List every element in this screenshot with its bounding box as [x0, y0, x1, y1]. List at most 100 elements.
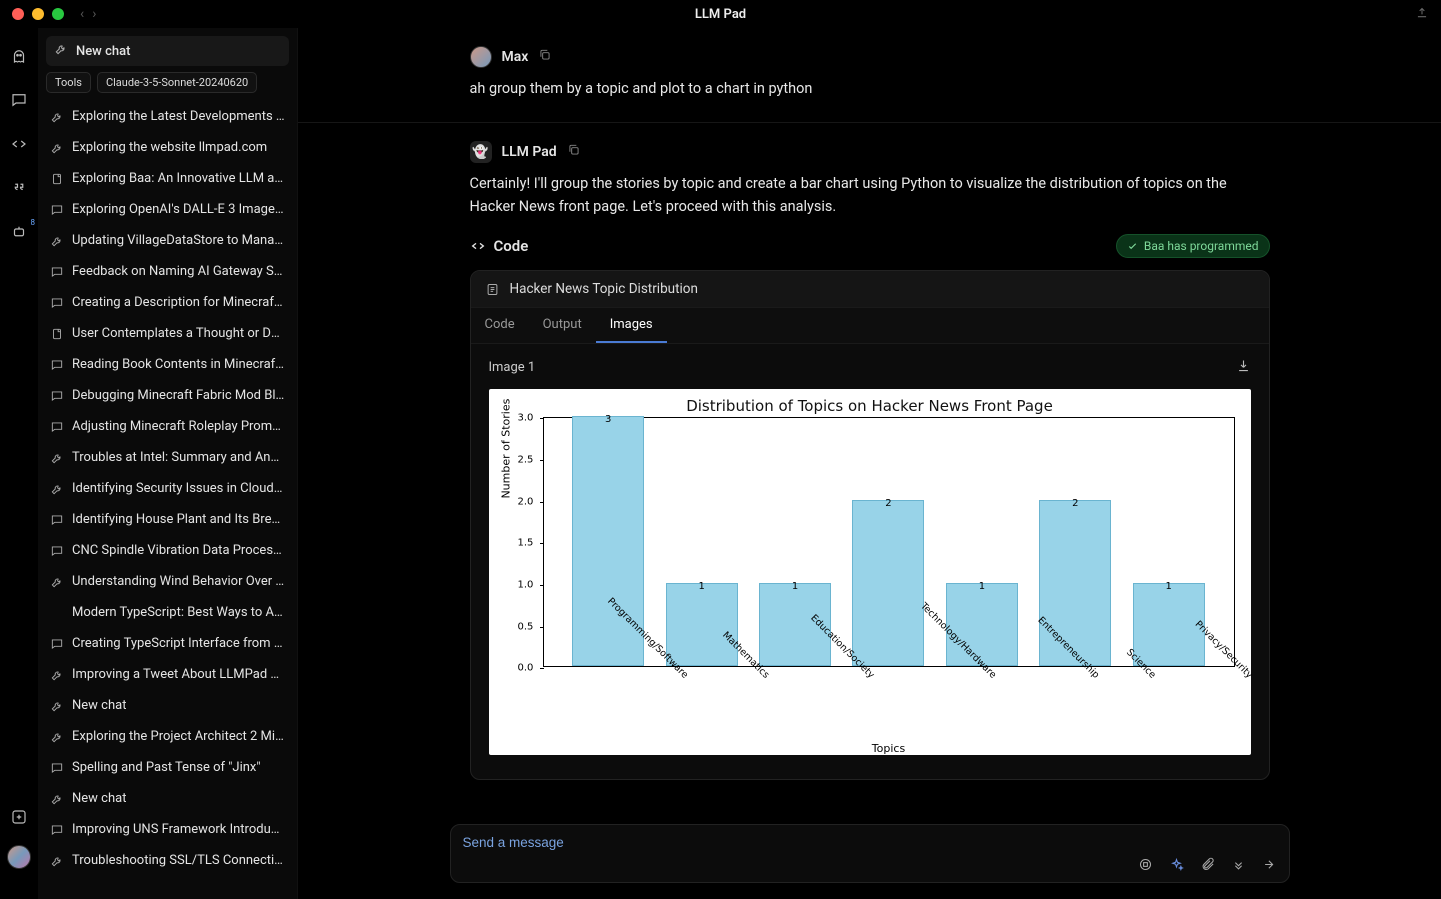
chat-item-label: Exploring the Project Architect 2 Mine..… [72, 729, 285, 744]
chat-item[interactable]: Identifying House Plant and Its Breedi..… [42, 504, 293, 535]
status-pill: Baa has programmed [1116, 234, 1270, 258]
chat-item[interactable]: Updating VillageDataStore to Manage... [42, 225, 293, 256]
add-icon[interactable] [9, 807, 29, 827]
message-input[interactable] [463, 835, 1277, 850]
chat-item[interactable]: Exploring the Project Architect 2 Mine..… [42, 721, 293, 752]
copy-icon[interactable] [538, 48, 552, 66]
wrench-icon [50, 575, 64, 589]
chat-item[interactable]: Troubles at Intel: Summary and Analy... [42, 442, 293, 473]
chart: Distribution of Topics on Hacker News Fr… [489, 389, 1251, 755]
tools-pill[interactable]: Tools [46, 72, 91, 93]
close-window-button[interactable] [12, 8, 24, 20]
wrench-icon [50, 110, 64, 124]
chat-item[interactable]: Exploring Baa: An Innovative LLM and ... [42, 163, 293, 194]
chat-item-label: New chat [72, 791, 126, 806]
maximize-window-button[interactable] [52, 8, 64, 20]
chat-item-label: Exploring the website llmpad.com [72, 140, 267, 155]
chat-item-label: CNC Spindle Vibration Data Processin... [72, 543, 285, 558]
code-section-heading: Code [470, 237, 529, 255]
chat-item-label: Understanding Wind Behavior Over Hi... [72, 574, 285, 589]
wrench-icon [50, 482, 64, 496]
user-avatar[interactable] [7, 845, 31, 869]
wrench-icon [50, 668, 64, 682]
chat-item[interactable]: Spelling and Past Tense of "Jinx" [42, 752, 293, 783]
copy-icon[interactable] [567, 143, 581, 161]
code-icon[interactable] [9, 134, 29, 154]
tab-images[interactable]: Images [596, 308, 667, 343]
wrench-icon [50, 141, 64, 155]
chat-list: Exploring the Latest Developments in AI E… [38, 101, 297, 899]
ghost-icon[interactable] [9, 46, 29, 66]
chat-icon [50, 296, 64, 310]
chat-item-label: Improving a Tweet About LLMPad and... [72, 667, 285, 682]
share-button[interactable] [1415, 5, 1429, 23]
assistant-name: LLM Pad [502, 144, 557, 160]
forward-button[interactable]: › [92, 6, 96, 22]
chat-item[interactable]: Troubleshooting SSL/TLS Connection ... [42, 845, 293, 876]
chart-title: Distribution of Topics on Hacker News Fr… [499, 397, 1241, 415]
ytick-label: 1.5 [518, 538, 534, 549]
status-text: Baa has programmed [1144, 239, 1259, 253]
chat-item[interactable]: Modern TypeScript: Best Ways to Access..… [42, 597, 293, 628]
chat-item-label: User Contemplates a Thought or Deci... [72, 326, 285, 341]
bar: 2 [1029, 500, 1122, 667]
chat-item-label: Exploring OpenAI's DALL-E 3 Image G... [72, 202, 285, 217]
chat-item[interactable]: Exploring the Latest Developments in AI [42, 101, 293, 132]
user-text: ah group them by a topic and plot to a c… [470, 78, 1270, 100]
attach-icon[interactable] [1200, 857, 1215, 872]
minimize-window-button[interactable] [32, 8, 44, 20]
chat-icon [50, 761, 64, 775]
chat-item[interactable]: Improving UNS Framework Introducti... [42, 814, 293, 845]
wrench-icon [54, 42, 68, 60]
new-chat-row[interactable]: New chat [46, 36, 289, 66]
quotes-icon[interactable] [9, 178, 29, 198]
chat-item-label: Creating a Description for Minecraft ... [72, 295, 285, 310]
chat-item-label: Reading Book Contents in Minecraft ... [72, 357, 285, 372]
chat-item[interactable]: Identifying Security Issues in Cloud P..… [42, 473, 293, 504]
tab-output[interactable]: Output [529, 308, 596, 343]
tab-code[interactable]: Code [471, 308, 529, 343]
chat-item[interactable]: Exploring the website llmpad.com [42, 132, 293, 163]
send-icon[interactable] [1262, 857, 1277, 872]
chat-item-label: Creating TypeScript Interface from O... [72, 636, 285, 651]
chat-item[interactable]: Feedback on Naming AI Gateway Soft... [42, 256, 293, 287]
stop-icon[interactable] [1138, 857, 1153, 872]
chat-item[interactable]: Debugging Minecraft Fabric Mod Bloc... [42, 380, 293, 411]
wrench-icon [50, 854, 64, 868]
chat-item[interactable]: Creating TypeScript Interface from O... [42, 628, 293, 659]
chat-item[interactable]: CNC Spindle Vibration Data Processin... [42, 535, 293, 566]
chat-item[interactable]: Creating a Description for Minecraft ... [42, 287, 293, 318]
image-label: Image 1 [489, 360, 536, 375]
code-block-title-text: Hacker News Topic Distribution [510, 281, 698, 297]
chat-item[interactable]: Exploring OpenAI's DALL-E 3 Image G... [42, 194, 293, 225]
chat-icon [50, 358, 64, 372]
chats-icon[interactable] [9, 90, 29, 110]
chat-item[interactable]: User Contemplates a Thought or Deci... [42, 318, 293, 349]
code-block: Hacker News Topic Distribution Code Outp… [470, 270, 1270, 780]
chat-item-label: Modern TypeScript: Best Ways to Access..… [72, 605, 285, 620]
chat-item[interactable]: New chat [42, 783, 293, 814]
none-icon [50, 606, 64, 620]
chat-item-label: Troubleshooting SSL/TLS Connection ... [72, 853, 285, 868]
chat-item-label: Exploring the Latest Developments in AI [72, 109, 285, 124]
chat-item-label: Identifying House Plant and Its Breedi..… [72, 512, 285, 527]
back-button[interactable]: ‹ [80, 6, 84, 22]
chat-item[interactable]: Understanding Wind Behavior Over Hi... [42, 566, 293, 597]
expand-icon[interactable] [1231, 857, 1246, 872]
chat-item[interactable]: Reading Book Contents in Minecraft ... [42, 349, 293, 380]
chat-item-label: Debugging Minecraft Fabric Mod Bloc... [72, 388, 285, 403]
bot-icon[interactable]: 8 [9, 222, 29, 242]
chat-icon [50, 389, 64, 403]
composer [450, 824, 1290, 883]
chat-icon [50, 420, 64, 434]
sparkle-icon[interactable] [1169, 857, 1184, 872]
code-heading-label: Code [494, 237, 529, 255]
user-message: Max ah group them by a topic and plot to… [298, 28, 1441, 122]
chat-item[interactable]: Adjusting Minecraft Roleplay Prompt f... [42, 411, 293, 442]
chat-item[interactable]: Improving a Tweet About LLMPad and... [42, 659, 293, 690]
chat-item[interactable]: New chat [42, 690, 293, 721]
user-avatar-small [470, 46, 492, 68]
ytick-label: 0.0 [518, 663, 534, 674]
model-pill[interactable]: Claude-3-5-Sonnet-20240620 [97, 72, 257, 93]
download-icon[interactable] [1236, 358, 1251, 377]
